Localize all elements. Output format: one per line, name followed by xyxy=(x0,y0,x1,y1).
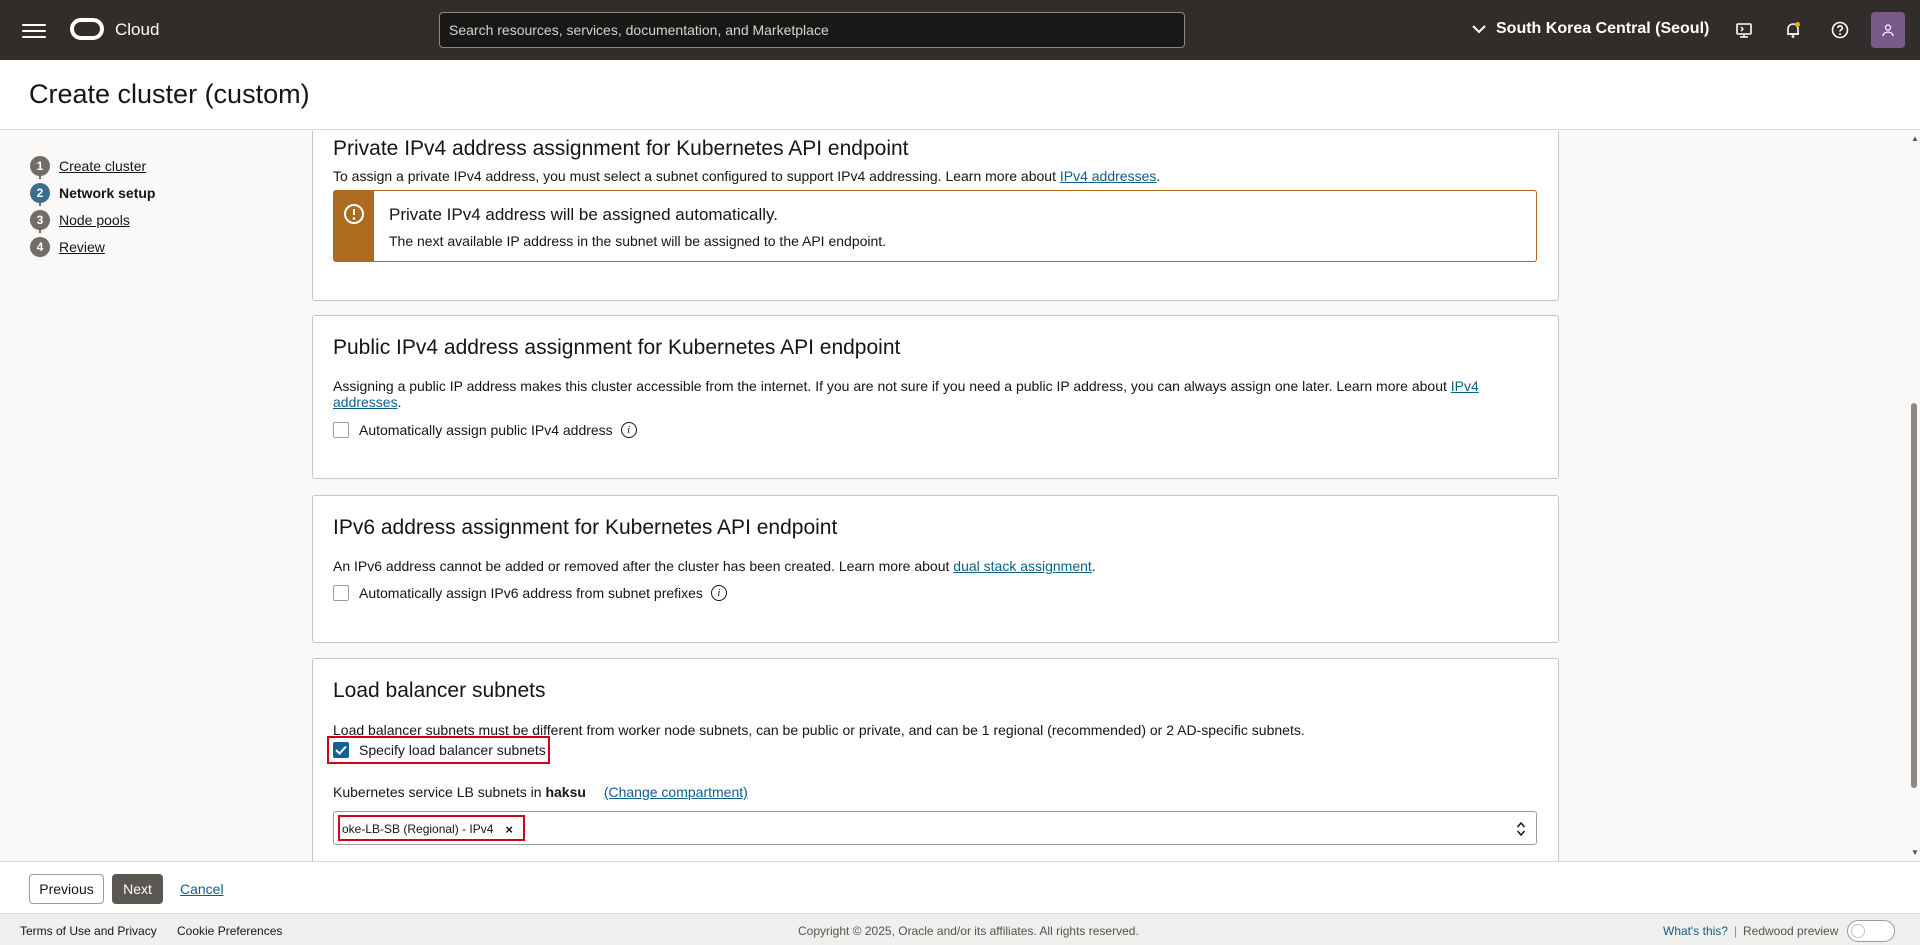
redwood-preview-label: Redwood preview xyxy=(1743,924,1839,938)
page-title: Create cluster (custom) xyxy=(29,79,310,109)
lb-subnets-panel: Load balancer subnets Load balancer subn… xyxy=(312,658,1559,861)
panel-title: IPv6 address assignment for Kubernetes A… xyxy=(333,516,838,539)
checkbox-label[interactable]: Specify load balancer subnets xyxy=(359,742,546,758)
public-ipv4-panel: Public IPv4 address assignment for Kuber… xyxy=(312,315,1559,479)
step-label[interactable]: Node pools xyxy=(59,212,130,228)
scroll-up-arrow-icon[interactable]: ▲ xyxy=(1911,134,1919,143)
description-text: Assigning a public IP address makes this… xyxy=(333,378,1451,394)
cookie-preferences-link[interactable]: Cookie Preferences xyxy=(177,924,282,938)
step-label: Network setup xyxy=(59,184,156,201)
lb-subnets-multiselect[interactable]: oke-LB-SB (Regional) - IPv4 × xyxy=(333,811,1537,845)
scrollbar-thumb[interactable] xyxy=(1911,403,1917,788)
panel-description: An IPv6 address cannot be added or remov… xyxy=(333,558,1096,574)
notice-body: The next available IP address in the sub… xyxy=(389,233,887,249)
step-node-pools[interactable]: 3 Node pools xyxy=(30,206,155,233)
notifications-bell-icon[interactable] xyxy=(1781,18,1805,42)
redwood-preview-toggle[interactable] xyxy=(1847,920,1895,942)
ipv4-addresses-link[interactable]: IPv4 addresses xyxy=(1060,168,1157,184)
panel-description: Assigning a public IP address makes this… xyxy=(333,378,1479,410)
info-icon[interactable]: i xyxy=(710,585,727,601)
cancel-link[interactable]: Cancel xyxy=(180,874,224,904)
info-icon[interactable]: i xyxy=(620,422,637,438)
user-icon xyxy=(1882,24,1894,37)
main-content: Private IPv4 address assignment for Kube… xyxy=(312,131,1559,861)
region-selector[interactable]: South Korea Central (Seoul) xyxy=(1472,20,1709,38)
public-ipv4-checkbox-row: Automatically assign public IPv4 address… xyxy=(333,422,637,438)
ipv6-checkbox-row: Automatically assign IPv6 address from s… xyxy=(333,585,727,601)
compartment-name: haksu xyxy=(545,784,586,800)
dual-stack-assignment-link[interactable]: dual stack assignment xyxy=(953,558,1092,574)
user-avatar[interactable] xyxy=(1871,12,1905,48)
terms-link[interactable]: Terms of Use and Privacy xyxy=(20,924,157,938)
step-review[interactable]: 4 Review xyxy=(30,233,155,260)
ipv6-checkbox[interactable] xyxy=(333,585,349,601)
step-number: 2 xyxy=(30,182,50,203)
step-create-cluster[interactable]: 1 Create cluster xyxy=(30,152,155,179)
search-input[interactable]: Search resources, services, documentatio… xyxy=(439,12,1185,48)
change-compartment-link[interactable]: (Change compartment) xyxy=(604,784,748,800)
public-ipv4-checkbox[interactable] xyxy=(333,422,349,438)
description-text: An IPv6 address cannot be added or remov… xyxy=(333,558,954,574)
top-navigation-bar: Cloud Search resources, services, docume… xyxy=(0,0,1920,60)
whats-this-link[interactable]: What's this? xyxy=(1663,924,1728,938)
wizard-action-bar: Previous Next Cancel xyxy=(0,861,1920,913)
step-label[interactable]: Review xyxy=(59,239,105,255)
specify-lb-subnets-checkbox[interactable] xyxy=(333,742,349,758)
panel-title: Public IPv4 address assignment for Kuber… xyxy=(333,336,901,359)
copyright-text: Copyright © 2025, Oracle and/or its affi… xyxy=(798,924,1139,938)
region-label: South Korea Central (Seoul) xyxy=(1496,20,1710,37)
chevron-down-icon xyxy=(1472,25,1486,34)
oracle-logo-icon[interactable] xyxy=(70,18,104,40)
panel-title: Private IPv4 address assignment for Kube… xyxy=(333,137,909,160)
toggle-knob xyxy=(1851,924,1865,938)
select-toggle-icon[interactable] xyxy=(1516,820,1526,838)
page-footer: Terms of Use and Privacy Cookie Preferen… xyxy=(0,913,1920,945)
step-number: 1 xyxy=(30,155,50,176)
panel-title: Load balancer subnets xyxy=(333,679,546,702)
ipv6-panel: IPv6 address assignment for Kubernetes A… xyxy=(312,495,1559,643)
lb-subnets-checkbox-row: Specify load balancer subnets xyxy=(333,742,546,758)
checkbox-label[interactable]: Automatically assign IPv6 address from s… xyxy=(359,585,703,601)
page-scrollbar[interactable] xyxy=(1908,131,1920,861)
page-header: Create cluster (custom) xyxy=(0,60,1920,130)
checkbox-label[interactable]: Automatically assign public IPv4 address xyxy=(359,422,613,438)
highlight-box xyxy=(338,815,525,841)
step-network-setup[interactable]: 2 Network setup xyxy=(30,179,155,206)
private-ipv4-panel: Private IPv4 address assignment for Kube… xyxy=(312,131,1559,301)
previous-button[interactable]: Previous xyxy=(29,874,104,904)
notice-title: Private IPv4 address will be assigned au… xyxy=(389,205,778,224)
step-number: 4 xyxy=(30,236,50,257)
step-label[interactable]: Create cluster xyxy=(59,158,146,174)
wizard-steps: 1 Create cluster 2 Network setup 3 Node … xyxy=(30,152,155,260)
warning-notice: Private IPv4 address will be assigned au… xyxy=(333,190,1537,262)
scroll-down-arrow-icon[interactable]: ▼ xyxy=(1911,848,1919,857)
footer-separator: | xyxy=(1734,924,1738,938)
description-text: To assign a private IPv4 address, you mu… xyxy=(333,168,1060,184)
next-button[interactable]: Next xyxy=(112,874,163,904)
lb-subnets-field-label: Kubernetes service LB subnets in haksu (… xyxy=(333,784,748,800)
hamburger-menu-icon[interactable] xyxy=(22,20,46,40)
cloud-shell-icon[interactable] xyxy=(1732,18,1756,42)
brand-name[interactable]: Cloud xyxy=(115,20,159,40)
checkmark-icon xyxy=(335,745,347,755)
help-icon[interactable] xyxy=(1828,18,1852,42)
step-number: 3 xyxy=(30,209,50,230)
warning-icon xyxy=(344,204,364,224)
panel-description: To assign a private IPv4 address, you mu… xyxy=(333,168,1161,184)
warning-icon-bar xyxy=(334,191,374,261)
field-label-text: Kubernetes service LB subnets in xyxy=(333,784,546,800)
